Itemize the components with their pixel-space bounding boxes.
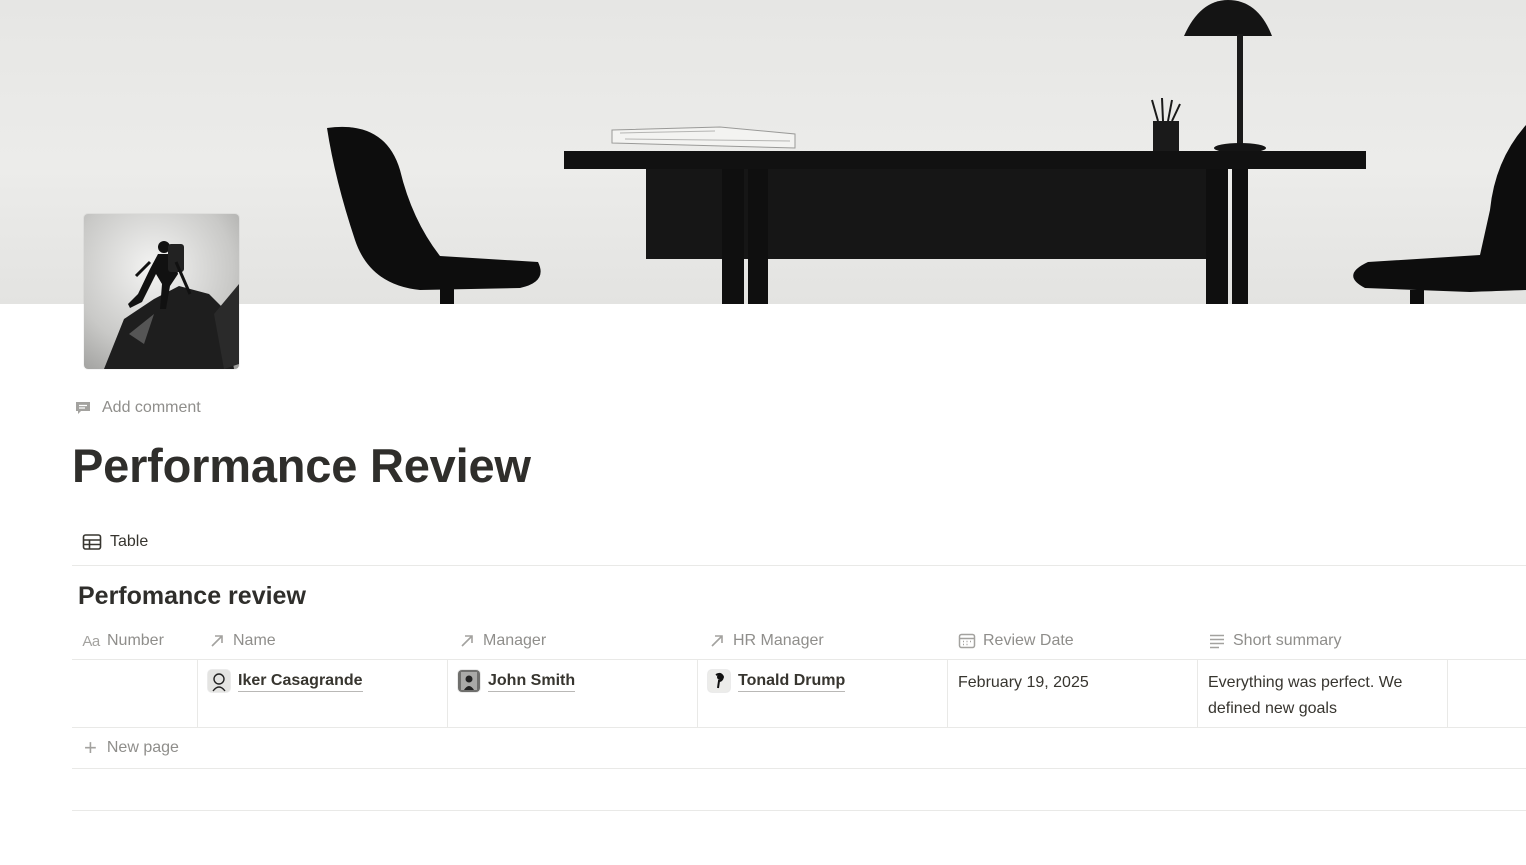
calendar-icon bbox=[958, 632, 976, 650]
calculation-row[interactable] bbox=[72, 769, 1526, 811]
relation-arrow-icon bbox=[458, 632, 476, 650]
new-page-button[interactable]: + New page bbox=[72, 728, 1526, 769]
new-page-label: New page bbox=[106, 739, 179, 756]
table-row[interactable]: Iker Casagrande John Smith Tonald Drump bbox=[72, 660, 1526, 728]
table-header: Aa Number Name Manager HR Manager Review… bbox=[72, 622, 1526, 660]
cell-review-date[interactable]: February 19, 2025 bbox=[948, 660, 1198, 728]
column-label: Manager bbox=[483, 632, 547, 649]
title-aa-icon: Aa bbox=[82, 632, 100, 650]
column-label: Short summary bbox=[1233, 632, 1342, 649]
table-icon bbox=[82, 533, 102, 551]
comment-icon bbox=[74, 399, 92, 417]
cell-manager[interactable]: John Smith bbox=[448, 660, 698, 728]
cell-number[interactable] bbox=[72, 660, 198, 728]
column-header-short-summary[interactable]: Short summary bbox=[1198, 622, 1448, 660]
column-label: HR Manager bbox=[733, 632, 824, 649]
person-link[interactable]: John Smith bbox=[488, 671, 576, 692]
column-label: Number bbox=[107, 632, 164, 649]
column-header-number[interactable]: Aa Number bbox=[72, 622, 198, 660]
cell-short-summary[interactable]: Everything was perfect. We defined new g… bbox=[1198, 660, 1448, 728]
avatar bbox=[708, 670, 730, 692]
person-link[interactable]: Iker Casagrande bbox=[238, 671, 363, 692]
column-label: Review Date bbox=[983, 632, 1074, 649]
cell-hr-manager[interactable]: Tonald Drump bbox=[698, 660, 948, 728]
view-tab-table[interactable]: Table bbox=[82, 529, 148, 555]
add-comment-label: Add comment bbox=[102, 399, 201, 416]
view-tab-label: Table bbox=[110, 533, 149, 550]
avatar bbox=[458, 670, 480, 692]
column-label: Name bbox=[233, 632, 276, 649]
column-header-manager[interactable]: Manager bbox=[448, 622, 698, 660]
column-header-name[interactable]: Name bbox=[198, 622, 448, 660]
add-comment-button[interactable]: Add comment bbox=[74, 396, 201, 420]
notion-page: Add comment Performance Review Table Per… bbox=[0, 0, 1526, 865]
column-header-review-date[interactable]: Review Date bbox=[948, 622, 1198, 660]
view-divider bbox=[72, 565, 1526, 566]
person-link[interactable]: Tonald Drump bbox=[738, 671, 846, 692]
page-title[interactable]: Performance Review bbox=[72, 436, 531, 496]
avatar bbox=[208, 670, 230, 692]
page-icon-climber[interactable] bbox=[84, 214, 239, 369]
relation-arrow-icon bbox=[708, 632, 726, 650]
column-header-hr-manager[interactable]: HR Manager bbox=[698, 622, 948, 660]
database-title[interactable]: Perfomance review bbox=[78, 582, 306, 611]
database-table: Aa Number Name Manager HR Manager Review… bbox=[72, 622, 1526, 811]
text-lines-icon bbox=[1208, 632, 1226, 650]
cell-name[interactable]: Iker Casagrande bbox=[198, 660, 448, 728]
relation-arrow-icon bbox=[208, 632, 226, 650]
plus-icon: + bbox=[84, 735, 97, 760]
mountain-climber-icon bbox=[104, 241, 239, 369]
cell-empty bbox=[1448, 660, 1526, 728]
